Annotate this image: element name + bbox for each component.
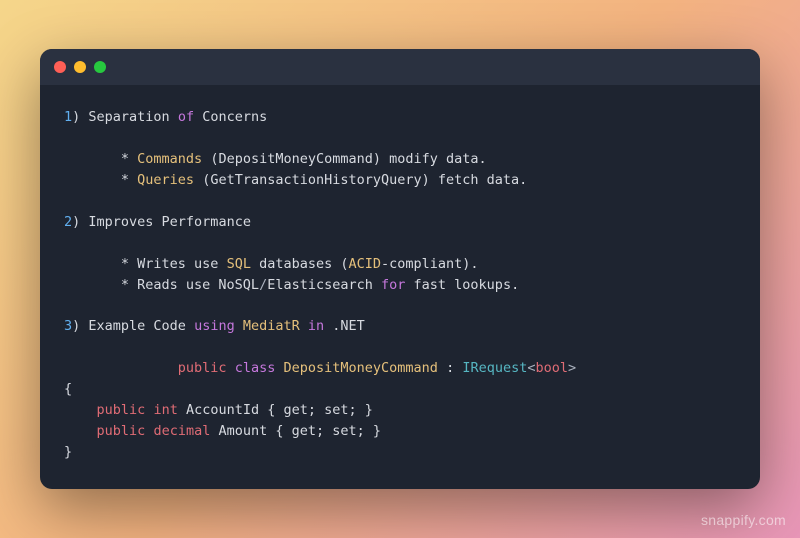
code-line: public class DepositMoneyCommand : IRequ… — [64, 358, 736, 379]
code-line: public decimal Amount { get; set; } — [64, 421, 736, 442]
code-content: 1) Separation of Concerns * Commands (De… — [40, 85, 760, 489]
code-line: * Commands (DepositMoneyCommand) modify … — [64, 149, 736, 170]
code-line: 1) Separation of Concerns — [64, 107, 736, 128]
watermark: snappify.com — [701, 512, 786, 528]
code-line: 3) Example Code using MediatR in .NET — [64, 316, 736, 337]
code-line: * Queries (GetTransactionHistoryQuery) f… — [64, 170, 736, 191]
code-line: public int AccountId { get; set; } — [64, 400, 736, 421]
code-line — [64, 191, 736, 212]
code-line — [64, 337, 736, 358]
code-line — [64, 233, 736, 254]
code-line — [64, 295, 736, 316]
maximize-icon[interactable] — [94, 61, 106, 73]
code-line — [64, 128, 736, 149]
code-line: * Reads use NoSQL/Elasticsearch for fast… — [64, 275, 736, 296]
close-icon[interactable] — [54, 61, 66, 73]
code-line: { — [64, 379, 736, 400]
code-line: } — [64, 442, 736, 463]
minimize-icon[interactable] — [74, 61, 86, 73]
code-line: 2) Improves Performance — [64, 212, 736, 233]
code-window: 1) Separation of Concerns * Commands (De… — [40, 49, 760, 489]
window-titlebar — [40, 49, 760, 85]
code-line: * Writes use SQL databases (ACID-complia… — [64, 254, 736, 275]
